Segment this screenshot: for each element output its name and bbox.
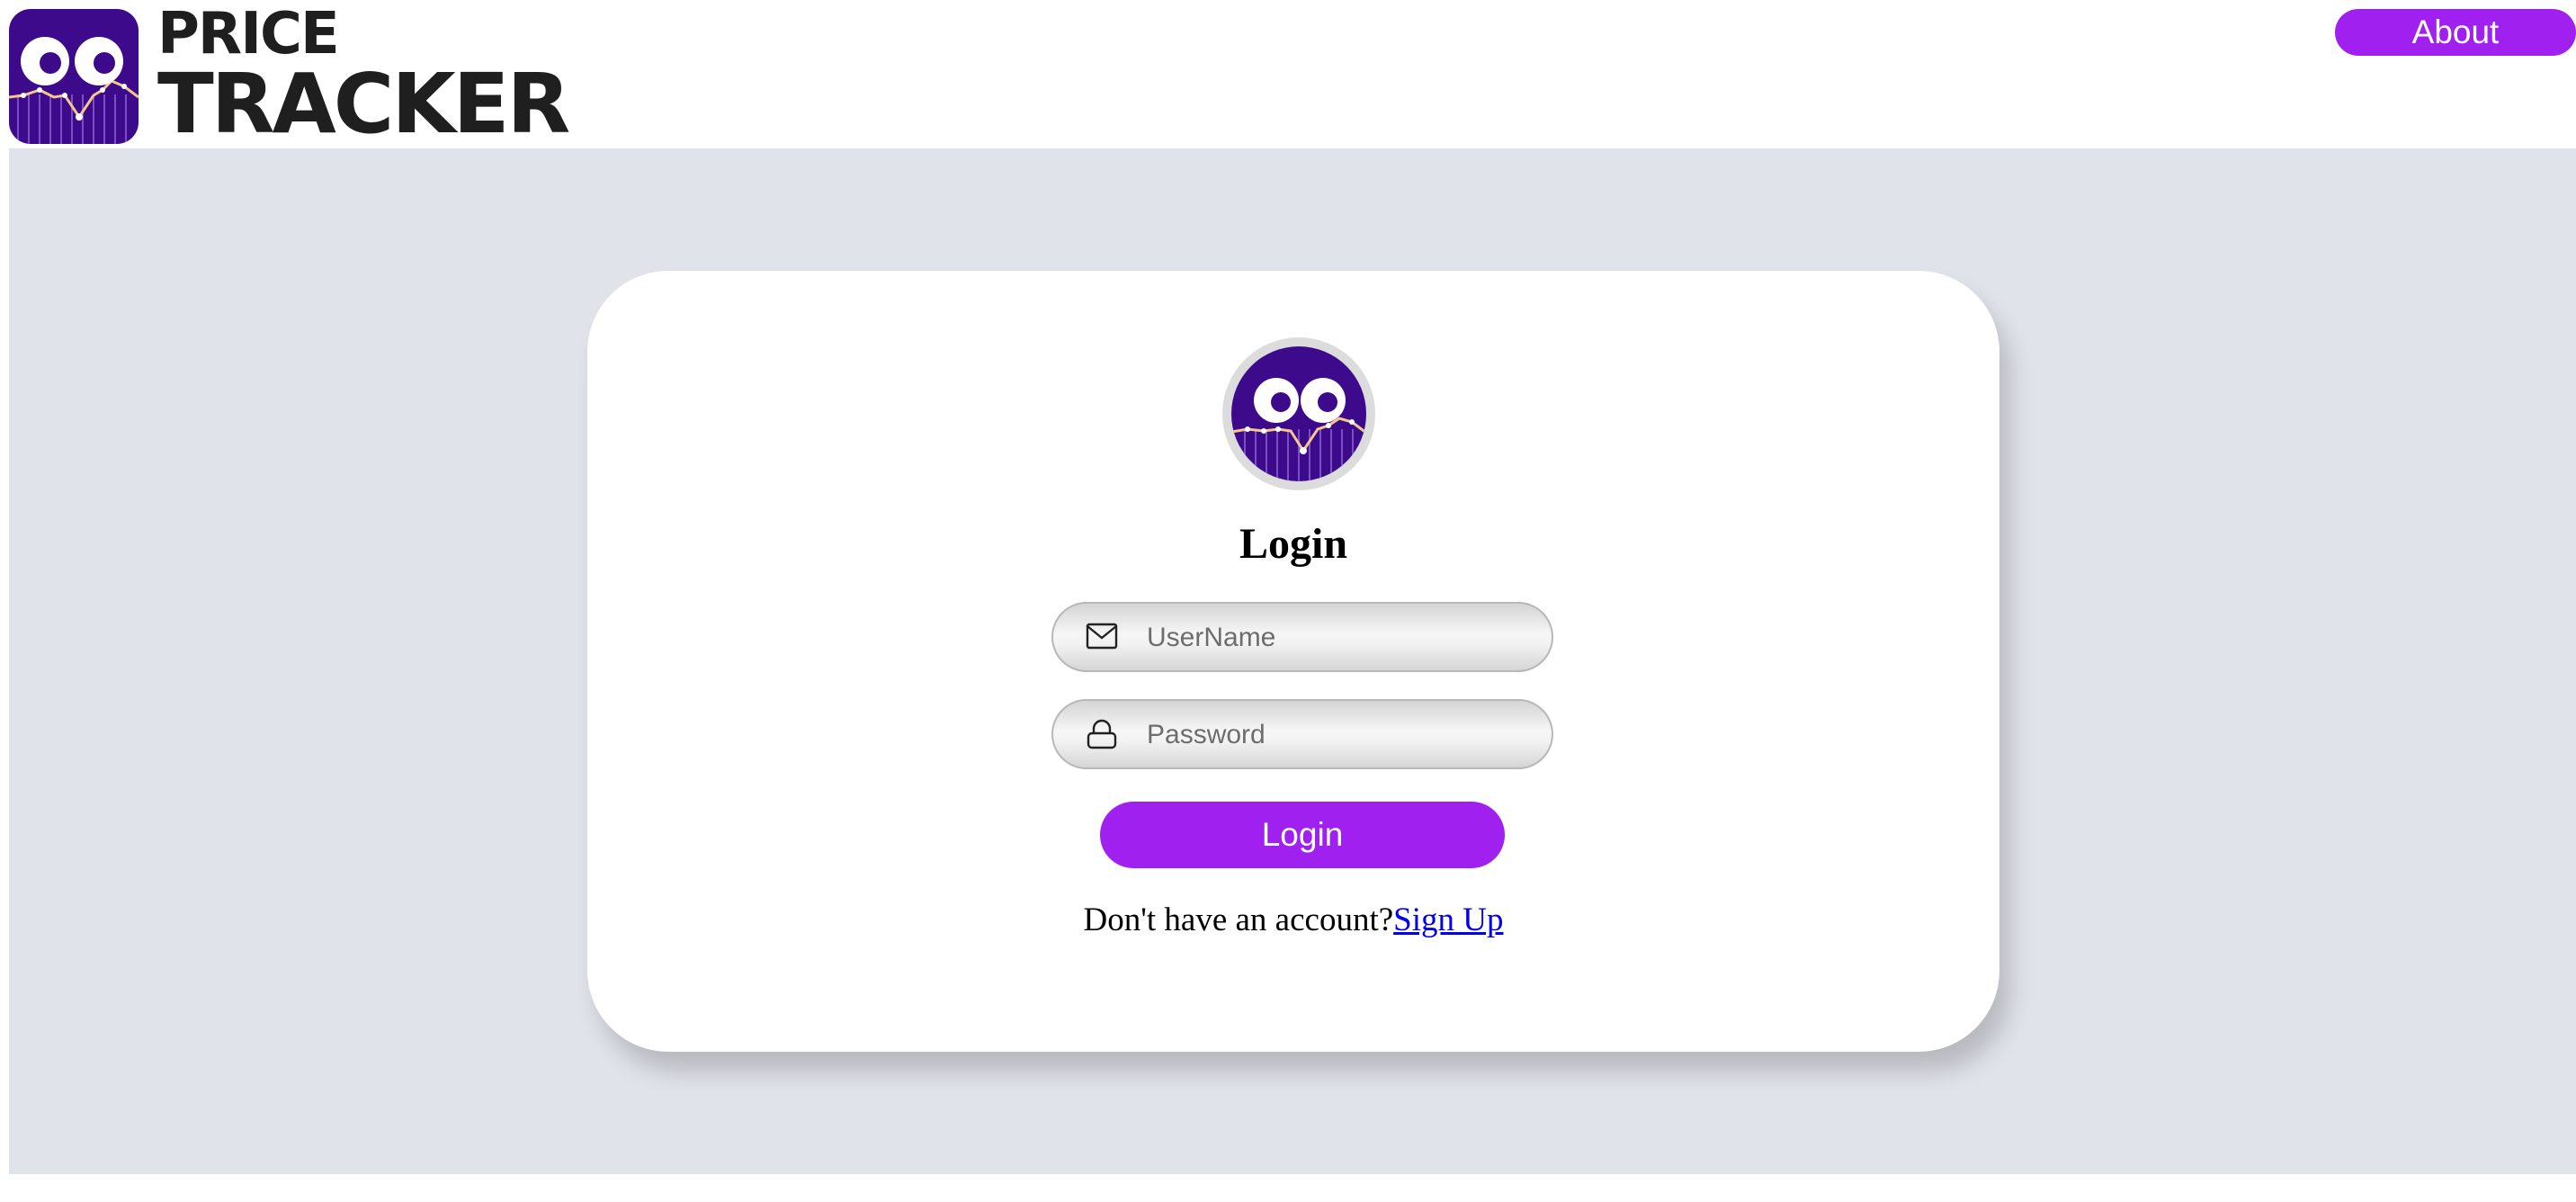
login-title: Login: [1239, 520, 1348, 568]
about-button[interactable]: About: [2335, 9, 2576, 56]
signup-link[interactable]: Sign Up: [1393, 902, 1503, 938]
username-input[interactable]: [1145, 602, 1526, 674]
main-content: Login Login Don't have an account?Sign: [9, 148, 2576, 1174]
username-field[interactable]: [1051, 602, 1553, 674]
logo-wordmark: PRICE TRACKER: [157, 1, 570, 152]
logo-icon[interactable]: [9, 9, 139, 144]
owl-logo-icon: [1231, 346, 1366, 481]
mail-icon: [1086, 621, 1118, 656]
signup-prompt-row: Don't have an account?Sign Up: [587, 901, 1999, 939]
top-header: PRICE TRACKER About: [0, 0, 2576, 148]
password-field[interactable]: [1051, 699, 1553, 771]
signup-prompt-text: Don't have an account?: [1083, 902, 1394, 938]
logo-avatar: [1222, 337, 1375, 490]
lock-icon: [1086, 718, 1118, 755]
logo-word-price: PRICE: [157, 1, 340, 67]
password-input[interactable]: [1145, 699, 1526, 771]
login-submit-button[interactable]: Login: [1100, 802, 1505, 868]
login-card: Login Login Don't have an account?Sign: [587, 271, 1999, 1052]
logo-word-tracker: TRACKER: [157, 56, 570, 152]
